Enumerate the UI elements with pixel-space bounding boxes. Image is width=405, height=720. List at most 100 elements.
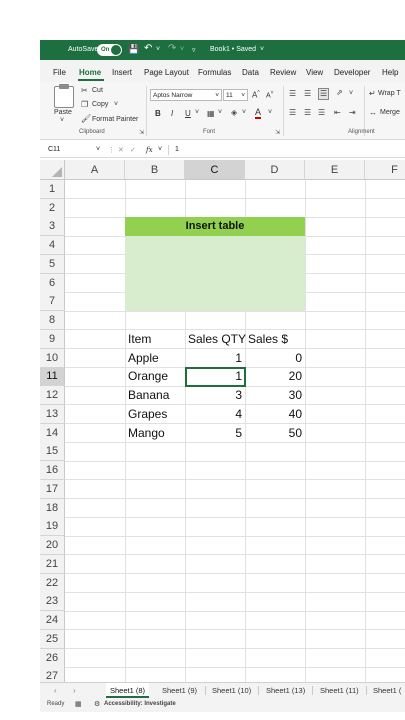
borders-dropdown-icon[interactable]: ˅ <box>218 109 222 116</box>
accessibility-icon[interactable]: ⚙ <box>94 700 100 708</box>
copy-dropdown-icon[interactable]: ˅ <box>114 101 118 108</box>
spreadsheet-grid[interactable]: A B C D E F 1 2 3 4 5 6 7 8 9 10 11 12 1… <box>40 160 405 682</box>
column-header-d[interactable]: D <box>245 160 305 180</box>
tab-insert[interactable]: Insert <box>112 68 132 77</box>
title-chevron-down-icon[interactable]: ˅ <box>260 46 264 53</box>
row-header[interactable]: 17 <box>40 480 65 499</box>
sheet-tab[interactable]: Sheet1 (9) <box>158 683 201 698</box>
align-right-icon[interactable]: ☰ <box>318 108 325 118</box>
italic-button[interactable]: I <box>171 109 173 118</box>
row-header[interactable]: 19 <box>40 517 65 536</box>
copy-button[interactable]: Copy <box>92 101 108 108</box>
header-sales-qty[interactable]: Sales QTY <box>185 330 246 349</box>
autosave-toggle[interactable]: On <box>97 44 122 56</box>
insert-table-area[interactable] <box>125 236 305 311</box>
column-header-b[interactable]: B <box>125 160 185 180</box>
column-header-a[interactable]: A <box>65 160 125 180</box>
header-item[interactable]: Item <box>125 330 185 349</box>
underline-dropdown-icon[interactable]: ˅ <box>195 109 199 116</box>
row-header[interactable]: 14 <box>40 424 65 443</box>
sheet-tab[interactable]: Sheet1 ( <box>369 683 405 698</box>
paste-button[interactable]: Paste <box>54 109 72 116</box>
row-header[interactable]: 4 <box>40 236 65 255</box>
row-header[interactable]: 26 <box>40 649 65 668</box>
row-header[interactable]: 8 <box>40 311 65 330</box>
row-header[interactable]: 22 <box>40 574 65 593</box>
font-color-dropdown-icon[interactable]: ˅ <box>268 109 272 116</box>
select-all-corner[interactable] <box>40 160 65 180</box>
previous-sheet-icon[interactable]: ‹ <box>54 686 57 695</box>
name-box-dropdown-icon[interactable]: ˅ <box>96 146 100 153</box>
paste-dropdown-icon[interactable]: ˅ <box>60 117 64 124</box>
header-sales-amount[interactable]: Sales $ <box>245 330 305 349</box>
font-launcher-icon[interactable]: ⇲ <box>275 129 280 136</box>
grow-font-button[interactable]: A^ <box>252 90 260 100</box>
row-header-selected[interactable]: 11 <box>40 367 65 386</box>
align-middle-icon[interactable]: ☰ <box>304 89 311 99</box>
column-header-f[interactable]: F <box>365 160 405 180</box>
cell-sales[interactable]: 20 <box>245 367 305 386</box>
shrink-font-button[interactable]: A˅ <box>266 90 274 99</box>
align-center-icon[interactable]: ☰ <box>304 108 311 118</box>
align-top-icon[interactable]: ☰ <box>289 89 296 99</box>
cell-sales[interactable]: 0 <box>245 349 305 368</box>
active-cell-c11[interactable] <box>185 367 246 387</box>
cell-item[interactable]: Apple <box>125 349 185 368</box>
save-icon[interactable]: 💾 <box>128 44 139 55</box>
cell-qty[interactable]: 3 <box>185 386 245 405</box>
cancel-icon[interactable]: ✕ <box>118 146 124 154</box>
merge-button[interactable]: Merge <box>380 109 400 116</box>
paste-icon[interactable] <box>54 84 74 108</box>
fx-dropdown-icon[interactable]: ˅ <box>158 146 162 153</box>
underline-button[interactable]: U <box>185 109 191 118</box>
formula-input[interactable]: 1 <box>175 146 179 153</box>
fill-color-icon[interactable]: ◈ <box>231 108 237 118</box>
font-size-select[interactable]: 11 ˅ <box>223 89 248 101</box>
undo-icon[interactable]: ↶ <box>144 43 152 54</box>
row-header[interactable]: 6 <box>40 274 65 293</box>
redo-dropdown-icon[interactable]: ˅ <box>180 46 184 53</box>
tab-page-layout[interactable]: Page Layout <box>144 68 189 77</box>
cell-item[interactable]: Mango <box>125 424 185 443</box>
column-header-c[interactable]: C <box>185 160 245 180</box>
undo-dropdown-icon[interactable]: ˅ <box>156 46 160 53</box>
format-painter-icon[interactable]: 🖌 <box>81 114 91 124</box>
cell-qty[interactable]: 1 <box>185 349 245 368</box>
row-header[interactable]: 24 <box>40 611 65 630</box>
accessibility-status[interactable]: Accessibility: Investigate <box>104 701 176 707</box>
more-options-icon[interactable]: ⋮ <box>108 146 115 154</box>
bold-button[interactable]: B <box>155 109 161 118</box>
cell-sales[interactable]: 30 <box>245 386 305 405</box>
wrap-text-button[interactable]: Wrap T <box>378 90 401 97</box>
tab-file[interactable]: File <box>53 68 66 77</box>
sheet-tab[interactable]: Sheet1 (13) <box>262 683 309 698</box>
tab-data[interactable]: Data <box>242 68 259 77</box>
enter-icon[interactable]: ✓ <box>130 146 136 154</box>
font-color-button[interactable]: A <box>255 108 262 119</box>
clipboard-launcher-icon[interactable]: ⇲ <box>139 129 144 136</box>
borders-icon[interactable]: ▦ <box>207 109 215 119</box>
tab-formulas[interactable]: Formulas <box>198 68 231 77</box>
document-title[interactable]: Book1 • Saved <box>210 46 256 53</box>
column-header-e[interactable]: E <box>305 160 365 180</box>
row-header[interactable]: 10 <box>40 349 65 368</box>
font-name-select[interactable]: Aptos Narrow ˅ <box>150 89 222 101</box>
row-header[interactable]: 1 <box>40 180 65 199</box>
cell-item[interactable]: Orange <box>125 367 185 386</box>
row-header[interactable]: 25 <box>40 630 65 649</box>
row-header[interactable]: 27 <box>40 667 65 682</box>
orientation-icon[interactable]: ⇗ <box>336 88 343 98</box>
row-header[interactable]: 16 <box>40 461 65 480</box>
cell-item[interactable]: Banana <box>125 386 185 405</box>
cell-qty[interactable]: 5 <box>185 424 245 443</box>
cell-qty[interactable]: 4 <box>185 405 245 424</box>
row-header[interactable]: 5 <box>40 255 65 274</box>
copy-icon[interactable]: ❐ <box>81 100 88 110</box>
redo-icon[interactable]: ↷ <box>168 43 176 54</box>
sheet-tab[interactable]: Sheet1 (11) <box>316 683 363 698</box>
wrap-text-icon[interactable]: ↵ <box>369 89 376 99</box>
row-header[interactable]: 3 <box>40 217 65 236</box>
increase-indent-icon[interactable]: ⇥ <box>349 108 356 118</box>
row-header[interactable]: 20 <box>40 536 65 555</box>
tab-review[interactable]: Review <box>270 68 296 77</box>
